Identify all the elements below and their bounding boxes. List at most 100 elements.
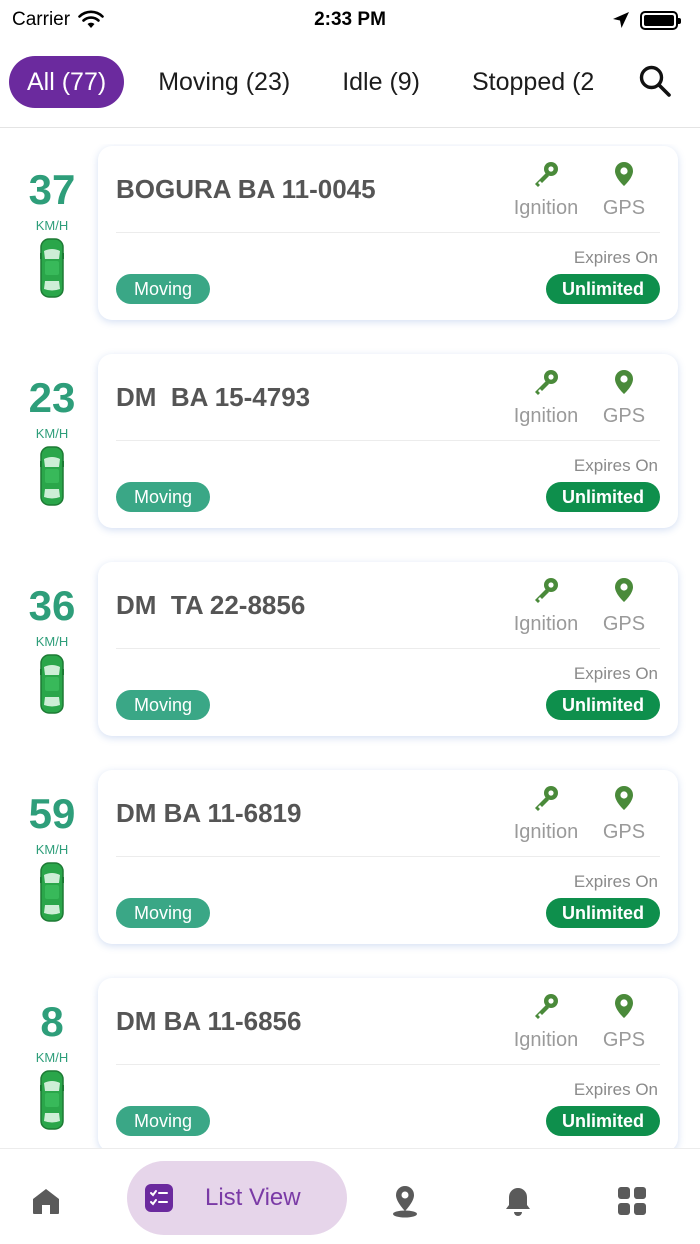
nav-notifications[interactable] xyxy=(500,1183,536,1219)
vehicle-list: 37 KM/H BOGURA BA 11-0045 Ignition GPS Expire… xyxy=(0,144,700,1148)
car-top-view-icon xyxy=(6,237,98,304)
car-top-view-icon xyxy=(6,1069,98,1136)
speed-indicator: 59 KM/H xyxy=(6,790,98,928)
ignition-label: Ignition xyxy=(513,405,579,427)
vehicle-card[interactable]: DM BA 11-6819 Ignition GPS Expires On Moving… xyxy=(98,770,678,944)
map-pin-icon xyxy=(393,1186,417,1218)
speed-unit: KM/H xyxy=(35,634,69,649)
search-icon[interactable] xyxy=(638,64,672,98)
nav-map[interactable] xyxy=(387,1183,423,1219)
location-pin-icon xyxy=(612,786,636,816)
ignition-indicator: Ignition xyxy=(506,576,586,636)
vehicle-plate: BOGURA BA 11-0045 xyxy=(116,174,376,204)
home-icon xyxy=(33,1189,59,1214)
speed-indicator: 36 KM/H xyxy=(6,582,98,720)
speed-value: 37 xyxy=(28,166,76,213)
expires-label: Expires On xyxy=(573,248,658,267)
vehicle-list-screen: Carrier 2:33 PM All (77) Moving (23) Idle … xyxy=(0,0,700,1244)
gps-label: GPS xyxy=(602,405,646,427)
gps-indicator: GPS xyxy=(584,576,664,636)
car-top-view-icon xyxy=(6,653,98,720)
speed-value: 59 xyxy=(28,790,76,837)
car-top-view-icon xyxy=(6,445,98,512)
vehicle-row[interactable]: 37 KM/H BOGURA BA 11-0045 Ignition GPS Expire… xyxy=(0,144,700,320)
ignition-label: Ignition xyxy=(513,821,579,843)
wifi-icon xyxy=(78,10,104,28)
key-icon xyxy=(532,370,560,400)
tab-1[interactable]: Moving (23) xyxy=(140,56,308,108)
location-arrow-icon xyxy=(613,12,629,28)
validity-badge: Unlimited xyxy=(545,482,660,512)
speed-unit: KM/H xyxy=(35,842,69,857)
speed-unit: KM/H xyxy=(35,218,69,233)
card-divider xyxy=(116,648,660,649)
tab-2[interactable]: Idle (9) xyxy=(324,56,438,108)
tab-3[interactable]: Stopped (2 xyxy=(454,56,612,108)
vehicle-row[interactable]: 59 KM/H DM BA 11-6819 Ignition GPS Expires On… xyxy=(0,768,700,944)
gps-label: GPS xyxy=(602,821,646,843)
status-badge: Moving xyxy=(116,274,211,304)
card-divider xyxy=(116,232,660,233)
card-divider xyxy=(116,440,660,441)
gps-label: GPS xyxy=(602,197,646,219)
ignition-indicator: Ignition xyxy=(506,784,586,844)
location-pin-icon xyxy=(612,370,636,400)
gps-indicator: GPS xyxy=(584,368,664,428)
gps-indicator: GPS xyxy=(584,992,664,1052)
ignition-indicator: Ignition xyxy=(506,160,586,220)
speed-unit: KM/H xyxy=(35,1050,69,1065)
vehicle-card[interactable]: DM BA 15-4793 Ignition GPS Expires On Moving… xyxy=(98,354,678,528)
expires-label: Expires On xyxy=(573,456,658,475)
expires-label: Expires On xyxy=(573,1080,658,1099)
nav-home[interactable] xyxy=(28,1183,64,1219)
location-pin-icon xyxy=(612,162,636,192)
status-badge: Moving xyxy=(116,898,211,928)
speed-value: 8 xyxy=(40,998,64,1045)
ignition-label: Ignition xyxy=(513,613,579,635)
vehicle-plate: DM BA 15-4793 xyxy=(116,382,311,412)
speed-indicator: 23 KM/H xyxy=(6,374,98,512)
grid-icon xyxy=(618,1187,646,1215)
nav-list-view-label: List View xyxy=(205,1184,301,1211)
vehicle-card[interactable]: DM TA 22-8856 Ignition GPS Expires On Moving… xyxy=(98,562,678,736)
validity-badge: Unlimited xyxy=(545,690,660,720)
speed-value: 36 xyxy=(28,582,76,629)
status-badge: Moving xyxy=(116,1106,211,1136)
ignition-label: Ignition xyxy=(513,197,579,219)
ignition-label: Ignition xyxy=(513,1029,579,1051)
location-pin-icon xyxy=(612,578,636,608)
tab-0[interactable]: All (77) xyxy=(9,56,125,108)
key-icon xyxy=(532,578,560,608)
expires-label: Expires On xyxy=(573,872,658,891)
ignition-indicator: Ignition xyxy=(506,992,586,1052)
vehicle-plate: DM BA 11-6856 xyxy=(116,1006,302,1036)
vehicle-plate: DM TA 22-8856 xyxy=(116,590,306,620)
vehicle-card[interactable]: DM BA 11-6856 Ignition GPS Expires On Moving… xyxy=(98,978,678,1148)
speed-unit: KM/H xyxy=(35,426,69,441)
validity-badge: Unlimited xyxy=(545,898,660,928)
vehicle-plate: DM BA 11-6819 xyxy=(116,798,302,828)
nav-list-view[interactable]: List View xyxy=(127,1161,347,1235)
validity-badge: Unlimited xyxy=(545,274,660,304)
speed-indicator: 8 KM/H xyxy=(6,998,98,1136)
key-icon xyxy=(532,786,560,816)
battery-icon xyxy=(640,10,681,30)
card-divider xyxy=(116,856,660,857)
speed-indicator: 37 KM/H xyxy=(6,166,98,304)
nav-more[interactable] xyxy=(614,1183,650,1219)
vehicle-row[interactable]: 23 KM/H DM BA 15-4793 Ignition GPS Expires On… xyxy=(0,352,700,528)
status-badge: Moving xyxy=(116,482,211,512)
filter-tabs: All (77) Moving (23) Idle (9) Stopped (2 xyxy=(0,52,700,128)
gps-label: GPS xyxy=(602,613,646,635)
status-time: 2:33 PM xyxy=(314,9,386,30)
carrier-label: Carrier xyxy=(12,9,71,30)
status-bar: Carrier 2:33 PM xyxy=(0,0,700,40)
vehicle-row[interactable]: 36 KM/H DM TA 22-8856 Ignition GPS Expires On… xyxy=(0,560,700,736)
vehicle-row[interactable]: 8 KM/H DM BA 11-6856 Ignition GPS Expires On M… xyxy=(0,976,700,1148)
car-top-view-icon xyxy=(6,861,98,928)
vehicle-card[interactable]: BOGURA BA 11-0045 Ignition GPS Expires On Mo… xyxy=(98,146,678,320)
gps-label: GPS xyxy=(602,1029,646,1051)
expires-label: Expires On xyxy=(573,664,658,683)
card-divider xyxy=(116,1064,660,1065)
speed-value: 23 xyxy=(28,374,76,421)
